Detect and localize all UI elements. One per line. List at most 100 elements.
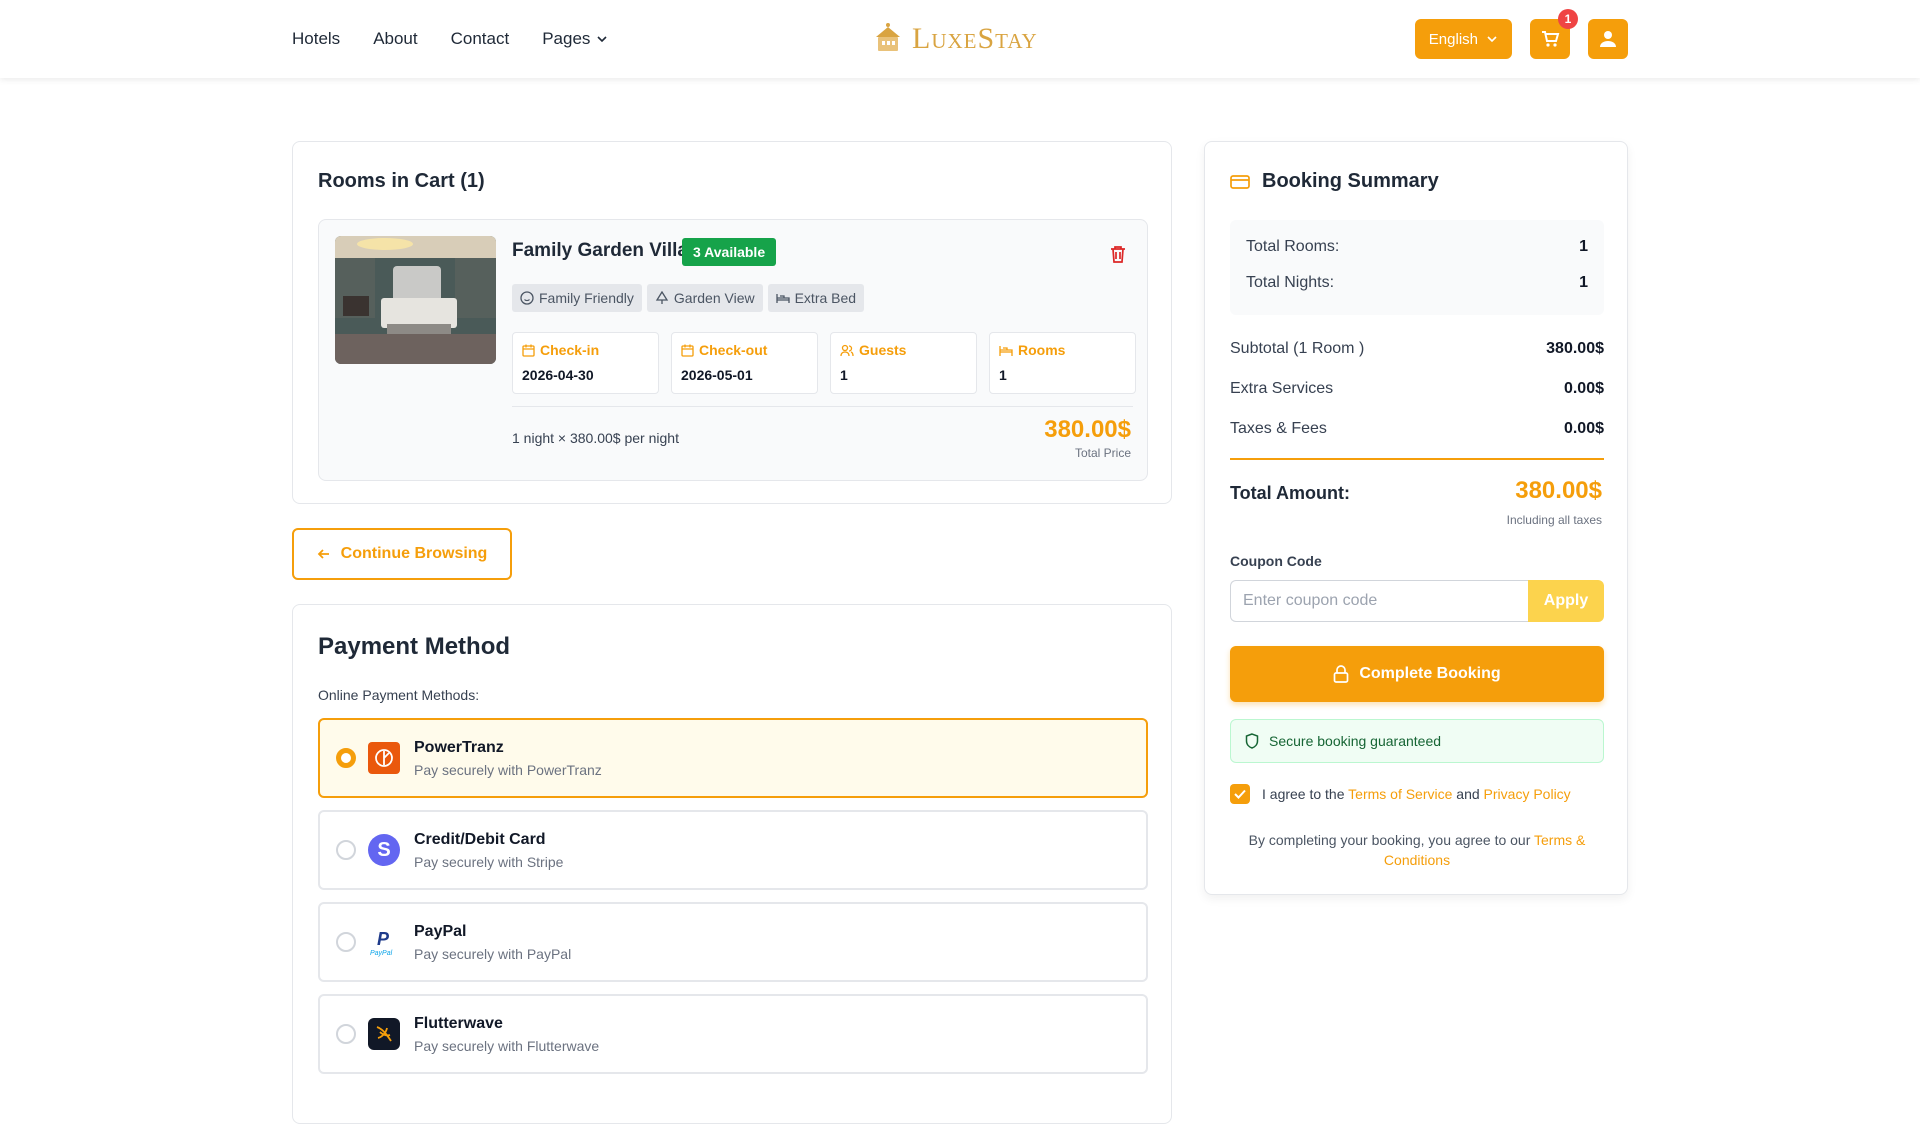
calendar-icon — [522, 344, 535, 357]
tree-icon — [655, 291, 669, 304]
chevron-down-icon — [597, 36, 607, 43]
room-tag: Garden View — [646, 284, 763, 312]
guests-field[interactable]: Guests 1 — [830, 332, 977, 394]
continue-browsing-button[interactable]: Continue Browsing — [292, 528, 512, 580]
coupon-input[interactable] — [1230, 580, 1528, 622]
lock-icon — [1333, 665, 1349, 683]
brand-name: LuxeStay — [912, 22, 1038, 55]
payment-desc: Pay securely with Stripe — [414, 854, 564, 870]
bed-icon — [999, 345, 1013, 356]
svg-text:P: P — [377, 929, 390, 949]
taxes-label: Taxes & Fees — [1230, 420, 1327, 437]
cart-button[interactable]: 1 — [1530, 9, 1578, 59]
shield-icon — [1245, 733, 1259, 749]
total-rooms-label: Total Rooms: — [1246, 238, 1340, 255]
payment-option-powertranz[interactable]: PowerTranz Pay securely with PowerTranz — [318, 718, 1148, 798]
payment-option-paypal[interactable]: P PayPal PayPal Pay securely with PayPal — [318, 902, 1148, 982]
radio-card[interactable] — [336, 840, 356, 860]
payment-name: PayPal — [414, 923, 467, 940]
agree-prefix: I agree to the — [1262, 786, 1345, 802]
taxes-row: Taxes & Fees 0.00$ — [1230, 420, 1604, 438]
summary-title: Booking Summary — [1230, 170, 1439, 193]
guests-label-text: Guests — [859, 342, 907, 358]
cart-card: Rooms in Cart (1) Family Garden Villa 3 … — [292, 141, 1172, 504]
radio-powertranz[interactable] — [336, 748, 356, 768]
complete-booking-button[interactable]: Complete Booking — [1230, 646, 1604, 702]
rooms-field[interactable]: Rooms 1 — [989, 332, 1136, 394]
payment-name: PowerTranz — [414, 739, 504, 756]
top-header: Hotels About Contact Pages LuxeStay Engl… — [0, 0, 1920, 78]
payment-option-card[interactable]: S Credit/Debit Card Pay securely with St… — [318, 810, 1148, 890]
total-amount-value: 380.00$ — [1515, 477, 1602, 504]
total-nights-value: 1 — [1579, 274, 1588, 291]
powertranz-logo-icon — [368, 742, 400, 774]
checkout-label: Check-out — [681, 342, 808, 358]
calendar-icon — [681, 344, 694, 357]
room-tag-label: Garden View — [673, 290, 755, 306]
nav-about[interactable]: About — [373, 29, 417, 49]
cart-icon — [1542, 31, 1560, 47]
chevron-down-icon — [1487, 36, 1497, 43]
coupon-label: Coupon Code — [1230, 553, 1322, 569]
total-rooms-value: 1 — [1579, 238, 1588, 255]
agree-checkbox[interactable] — [1230, 784, 1250, 804]
booking-fields: Check-in 2026-04-30 Check-out 2026-05-01… — [512, 332, 1136, 394]
nav-contact[interactable]: Contact — [451, 29, 510, 49]
header-actions: English 1 — [1414, 9, 1628, 59]
svg-text:PayPal: PayPal — [370, 950, 393, 957]
extra-services-label: Extra Services — [1230, 380, 1334, 397]
rooms-label-text: Rooms — [1018, 342, 1066, 358]
rooms-label: Rooms — [999, 342, 1126, 358]
room-thumbnail[interactable] — [335, 236, 496, 364]
bed-icon — [775, 294, 790, 303]
guests-label: Guests — [840, 342, 967, 358]
apply-coupon-button[interactable]: Apply — [1528, 580, 1604, 622]
nav-hotels[interactable]: Hotels — [292, 29, 340, 49]
payment-title: Payment Method — [318, 633, 511, 660]
checkin-value: 2026-04-30 — [522, 367, 594, 383]
total-nights-row: Total Nights: 1 — [1246, 274, 1588, 292]
checkin-field[interactable]: Check-in 2026-04-30 — [512, 332, 659, 394]
language-select[interactable]: English — [1414, 19, 1512, 59]
room-total-label: Total Price — [1074, 446, 1131, 460]
radio-paypal[interactable] — [336, 932, 356, 952]
total-rooms-row: Total Rooms: 1 — [1246, 238, 1588, 256]
coupon-group: Apply — [1230, 580, 1604, 622]
arrow-left-icon — [317, 549, 329, 559]
payment-subtitle: Online Payment Methods: — [318, 687, 480, 703]
paypal-logo-icon: P PayPal — [368, 926, 400, 958]
room-name[interactable]: Family Garden Villa — [512, 240, 688, 262]
booking-summary-card: Booking Summary Total Rooms: 1 Total Nig… — [1204, 141, 1628, 895]
terms-of-service-link[interactable]: Terms of Service — [1348, 786, 1452, 802]
summary-title-text: Booking Summary — [1262, 170, 1439, 192]
checkout-label-text: Check-out — [699, 342, 768, 358]
nav-pages[interactable]: Pages — [542, 29, 608, 49]
payment-desc: Pay securely with PowerTranz — [414, 762, 602, 778]
account-button[interactable] — [1588, 19, 1628, 59]
secure-notice-text: Secure booking guaranteed — [1269, 733, 1442, 749]
main-nav: Hotels About Contact Pages — [292, 0, 608, 78]
total-amount-note: Including all taxes — [1506, 513, 1602, 527]
privacy-policy-link[interactable]: Privacy Policy — [1484, 786, 1571, 802]
divider — [1230, 458, 1604, 460]
room-tags: Family Friendly Garden View Extra Bed — [512, 284, 865, 312]
complete-booking-label: Complete Booking — [1359, 665, 1501, 682]
flutterwave-logo-icon — [368, 1018, 400, 1050]
users-icon — [840, 344, 854, 356]
availability-badge: 3 Available — [682, 238, 777, 266]
taxes-value: 0.00$ — [1563, 420, 1604, 437]
cart-count-badge: 1 — [1558, 9, 1578, 29]
radio-flutterwave[interactable] — [336, 1024, 356, 1044]
room-tag-label: Family Friendly — [539, 290, 634, 306]
payment-option-flutterwave[interactable]: Flutterwave Pay securely with Flutterwav… — [318, 994, 1148, 1074]
hotel-crown-icon — [876, 23, 900, 51]
fine-print-text: By completing your booking, you agree to… — [1248, 832, 1531, 848]
checkout-field[interactable]: Check-out 2026-05-01 — [671, 332, 818, 394]
brand-logo[interactable]: LuxeStay — [870, 18, 1038, 60]
payment-desc: Pay securely with Flutterwave — [414, 1038, 600, 1054]
remove-room-button[interactable] — [1109, 244, 1127, 269]
terms-agreement: I agree to the Terms of Service and Priv… — [1230, 784, 1571, 804]
room-tag: Family Friendly — [512, 284, 642, 312]
extra-services-row: Extra Services 0.00$ — [1230, 380, 1604, 398]
agree-text: I agree to the Terms of Service and Priv… — [1262, 786, 1571, 802]
